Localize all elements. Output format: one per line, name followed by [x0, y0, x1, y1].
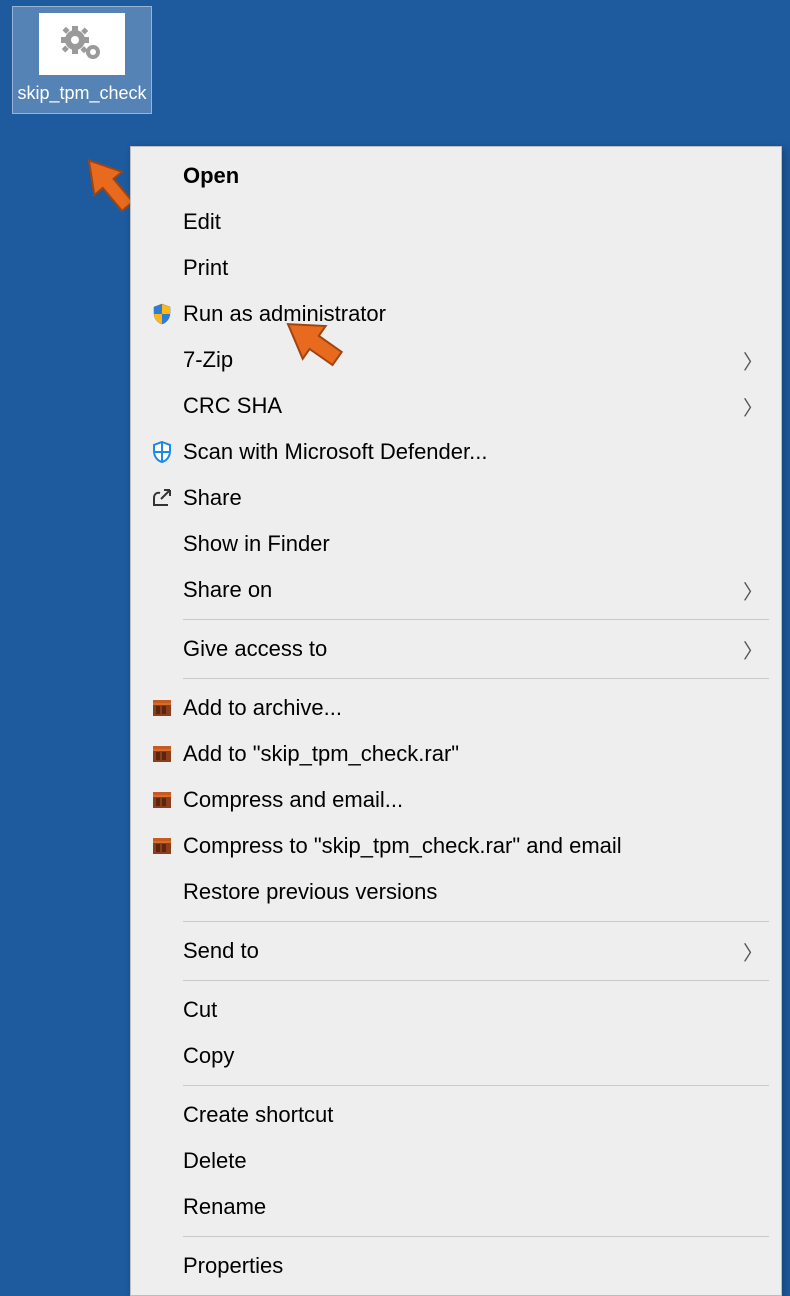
menu-label: Compress to "skip_tpm_check.rar" and ema…: [183, 833, 763, 859]
menu-delete[interactable]: Delete: [131, 1138, 781, 1184]
menu-properties[interactable]: Properties: [131, 1243, 781, 1289]
menu-label: Share: [183, 485, 763, 511]
menu-label: 7-Zip: [183, 347, 743, 373]
menu-compress-email[interactable]: Compress and email...: [131, 777, 781, 823]
menu-separator: [183, 1236, 769, 1237]
menu-label: Cut: [183, 997, 763, 1023]
menu-label: Scan with Microsoft Defender...: [183, 439, 763, 465]
menu-rename[interactable]: Rename: [131, 1184, 781, 1230]
menu-label: Compress and email...: [183, 787, 763, 813]
menu-add-to-rar[interactable]: Add to "skip_tpm_check.rar": [131, 731, 781, 777]
defender-shield-icon: [141, 440, 183, 464]
menu-defender-scan[interactable]: Scan with Microsoft Defender...: [131, 429, 781, 475]
menu-share[interactable]: Share: [131, 475, 781, 521]
menu-label: Open: [183, 163, 763, 189]
menu-label: Run as administrator: [183, 301, 763, 327]
share-icon: [141, 486, 183, 510]
menu-label: Share on: [183, 577, 743, 603]
menu-run-as-administrator[interactable]: Run as administrator: [131, 291, 781, 337]
context-menu: Open Edit Print Run as administrator 7-Z…: [130, 146, 782, 1296]
menu-share-on[interactable]: Share on 〉: [131, 567, 781, 613]
menu-label: Delete: [183, 1148, 763, 1174]
menu-separator: [183, 1085, 769, 1086]
menu-add-to-archive[interactable]: Add to archive...: [131, 685, 781, 731]
menu-restore-previous-versions[interactable]: Restore previous versions: [131, 869, 781, 915]
menu-label: Print: [183, 255, 763, 281]
menu-copy[interactable]: Copy: [131, 1033, 781, 1079]
menu-7zip[interactable]: 7-Zip 〉: [131, 337, 781, 383]
chevron-right-icon: 〉: [743, 576, 763, 605]
winrar-icon: [141, 788, 183, 812]
menu-label: Copy: [183, 1043, 763, 1069]
desktop-file-icon[interactable]: skip_tpm_check: [12, 6, 152, 114]
menu-label: Add to "skip_tpm_check.rar": [183, 741, 763, 767]
chevron-right-icon: 〉: [743, 392, 763, 421]
menu-label: Restore previous versions: [183, 879, 763, 905]
menu-edit[interactable]: Edit: [131, 199, 781, 245]
menu-open[interactable]: Open: [131, 153, 781, 199]
batch-file-icon: [39, 13, 125, 75]
uac-shield-icon: [141, 302, 183, 326]
menu-give-access-to[interactable]: Give access to 〉: [131, 626, 781, 672]
winrar-icon: [141, 742, 183, 766]
winrar-icon: [141, 696, 183, 720]
menu-show-in-finder[interactable]: Show in Finder: [131, 521, 781, 567]
chevron-right-icon: 〉: [743, 635, 763, 664]
menu-label: Edit: [183, 209, 763, 235]
menu-separator: [183, 678, 769, 679]
menu-label: CRC SHA: [183, 393, 743, 419]
menu-compress-to-rar-email[interactable]: Compress to "skip_tpm_check.rar" and ema…: [131, 823, 781, 869]
menu-send-to[interactable]: Send to 〉: [131, 928, 781, 974]
menu-separator: [183, 921, 769, 922]
menu-label: Send to: [183, 938, 743, 964]
winrar-icon: [141, 834, 183, 858]
menu-crc-sha[interactable]: CRC SHA 〉: [131, 383, 781, 429]
menu-label: Give access to: [183, 636, 743, 662]
menu-label: Add to archive...: [183, 695, 763, 721]
menu-label: Create shortcut: [183, 1102, 763, 1128]
menu-label: Rename: [183, 1194, 763, 1220]
desktop-file-label: skip_tpm_check: [15, 83, 149, 105]
chevron-right-icon: 〉: [743, 937, 763, 966]
menu-cut[interactable]: Cut: [131, 987, 781, 1033]
menu-separator: [183, 619, 769, 620]
menu-label: Show in Finder: [183, 531, 763, 557]
menu-label: Properties: [183, 1253, 763, 1279]
chevron-right-icon: 〉: [743, 346, 763, 375]
menu-print[interactable]: Print: [131, 245, 781, 291]
menu-create-shortcut[interactable]: Create shortcut: [131, 1092, 781, 1138]
menu-separator: [183, 980, 769, 981]
